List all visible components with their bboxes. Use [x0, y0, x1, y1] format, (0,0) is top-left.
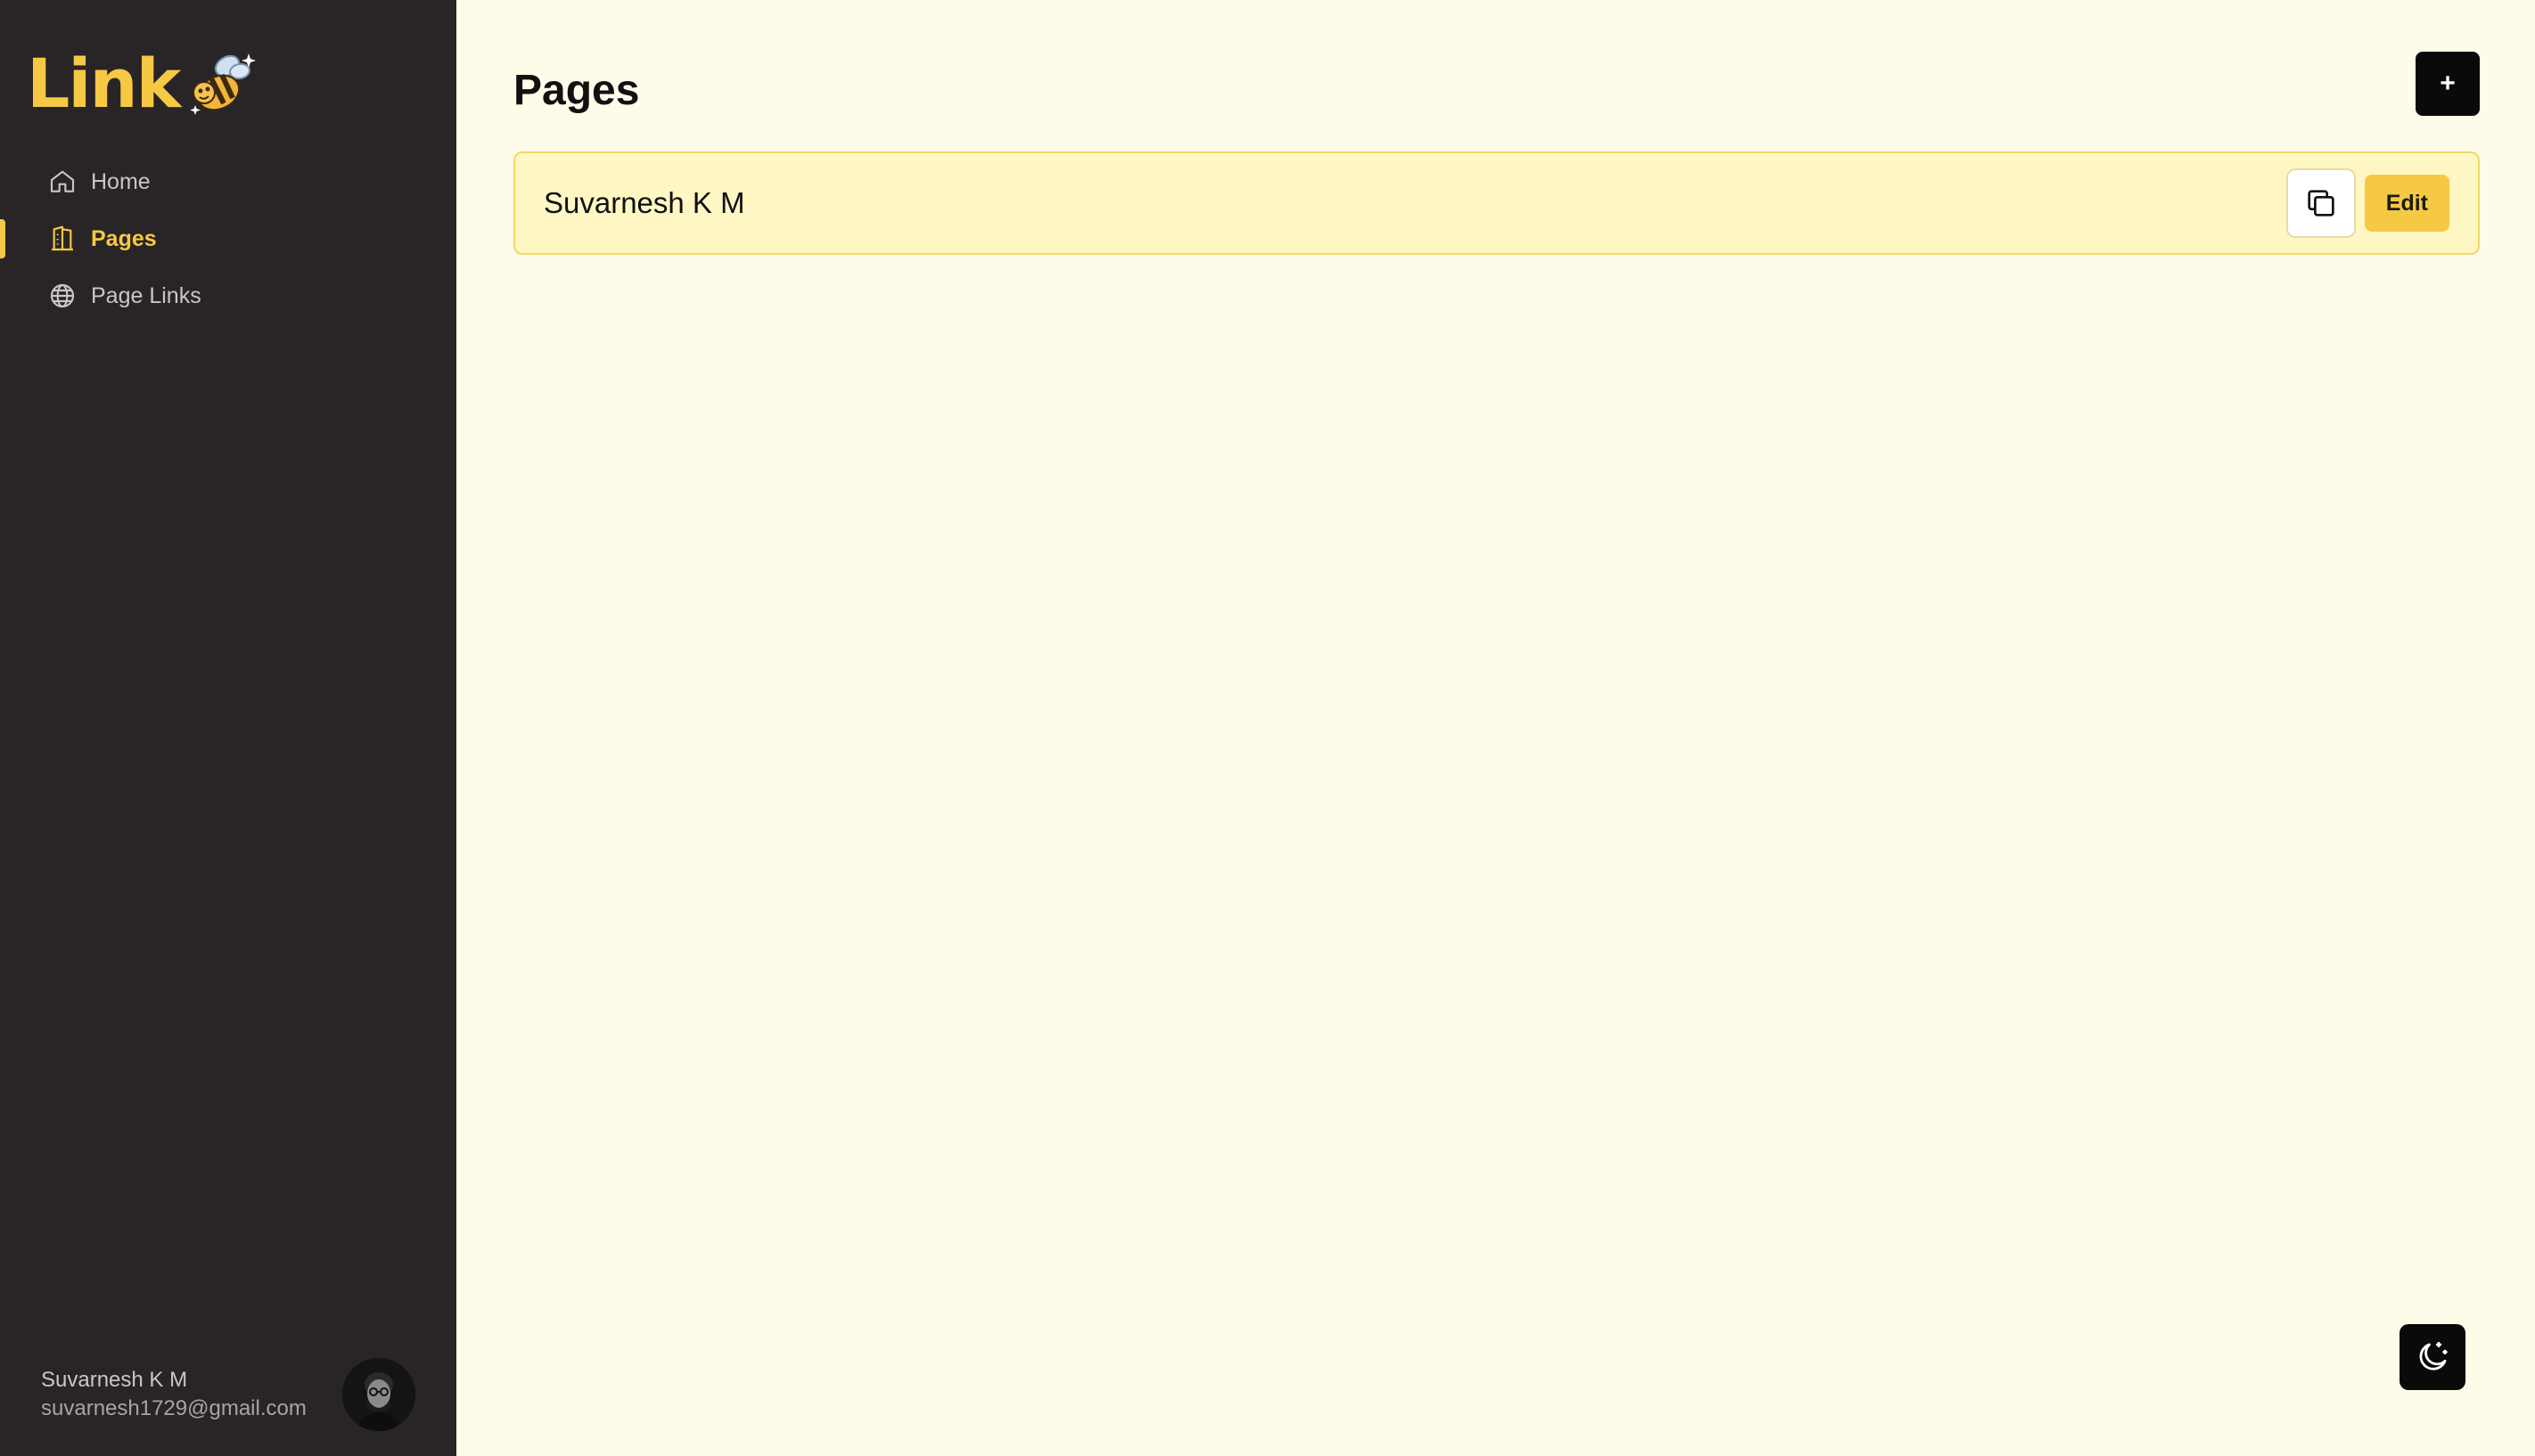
page-card-actions: Edit	[2285, 168, 2449, 238]
sidebar-nav: Home Pages Page Links	[0, 153, 456, 324]
sidebar-item-label: Pages	[91, 225, 157, 251]
user-profile[interactable]: Suvarnesh K M suvarnesh1729@gmail.com	[41, 1358, 415, 1431]
theme-toggle-button[interactable]	[2400, 1324, 2465, 1390]
brand-name: Link	[27, 44, 181, 123]
page-card[interactable]: Suvarnesh K M Edit	[513, 151, 2480, 255]
active-indicator	[0, 219, 5, 258]
bee-icon	[190, 53, 257, 115]
page-title: Pages	[513, 67, 640, 114]
copy-icon	[2308, 190, 2334, 217]
user-email: suvarnesh1729@gmail.com	[41, 1396, 307, 1420]
main-content: Pages + Suvarnesh K M Edit	[456, 0, 2535, 1456]
edit-page-button[interactable]: Edit	[2364, 175, 2449, 232]
copy-link-button[interactable]	[2285, 168, 2356, 238]
avatar[interactable]	[342, 1358, 415, 1431]
sidebar-item-page-links[interactable]: Page Links	[0, 267, 456, 324]
globe-icon	[50, 283, 75, 308]
moon-stars-icon	[2419, 1341, 2448, 1370]
sidebar-item-home[interactable]: Home	[0, 153, 456, 210]
user-name: Suvarnesh K M	[41, 1368, 188, 1392]
pages-icon	[52, 225, 73, 251]
add-page-button[interactable]: +	[2416, 52, 2480, 116]
brand-logo[interactable]: Link	[27, 48, 258, 119]
sidebar: Link Home Pages Page Links Suvarnesh K M…	[0, 0, 456, 1456]
page-card-name: Suvarnesh K M	[544, 186, 745, 219]
home-icon	[50, 170, 75, 192]
sidebar-item-pages[interactable]: Pages	[0, 210, 456, 267]
sidebar-item-label: Page Links	[91, 282, 201, 308]
sidebar-item-label: Home	[91, 168, 151, 194]
user-info: Suvarnesh K M suvarnesh1729@gmail.com	[41, 1366, 307, 1423]
